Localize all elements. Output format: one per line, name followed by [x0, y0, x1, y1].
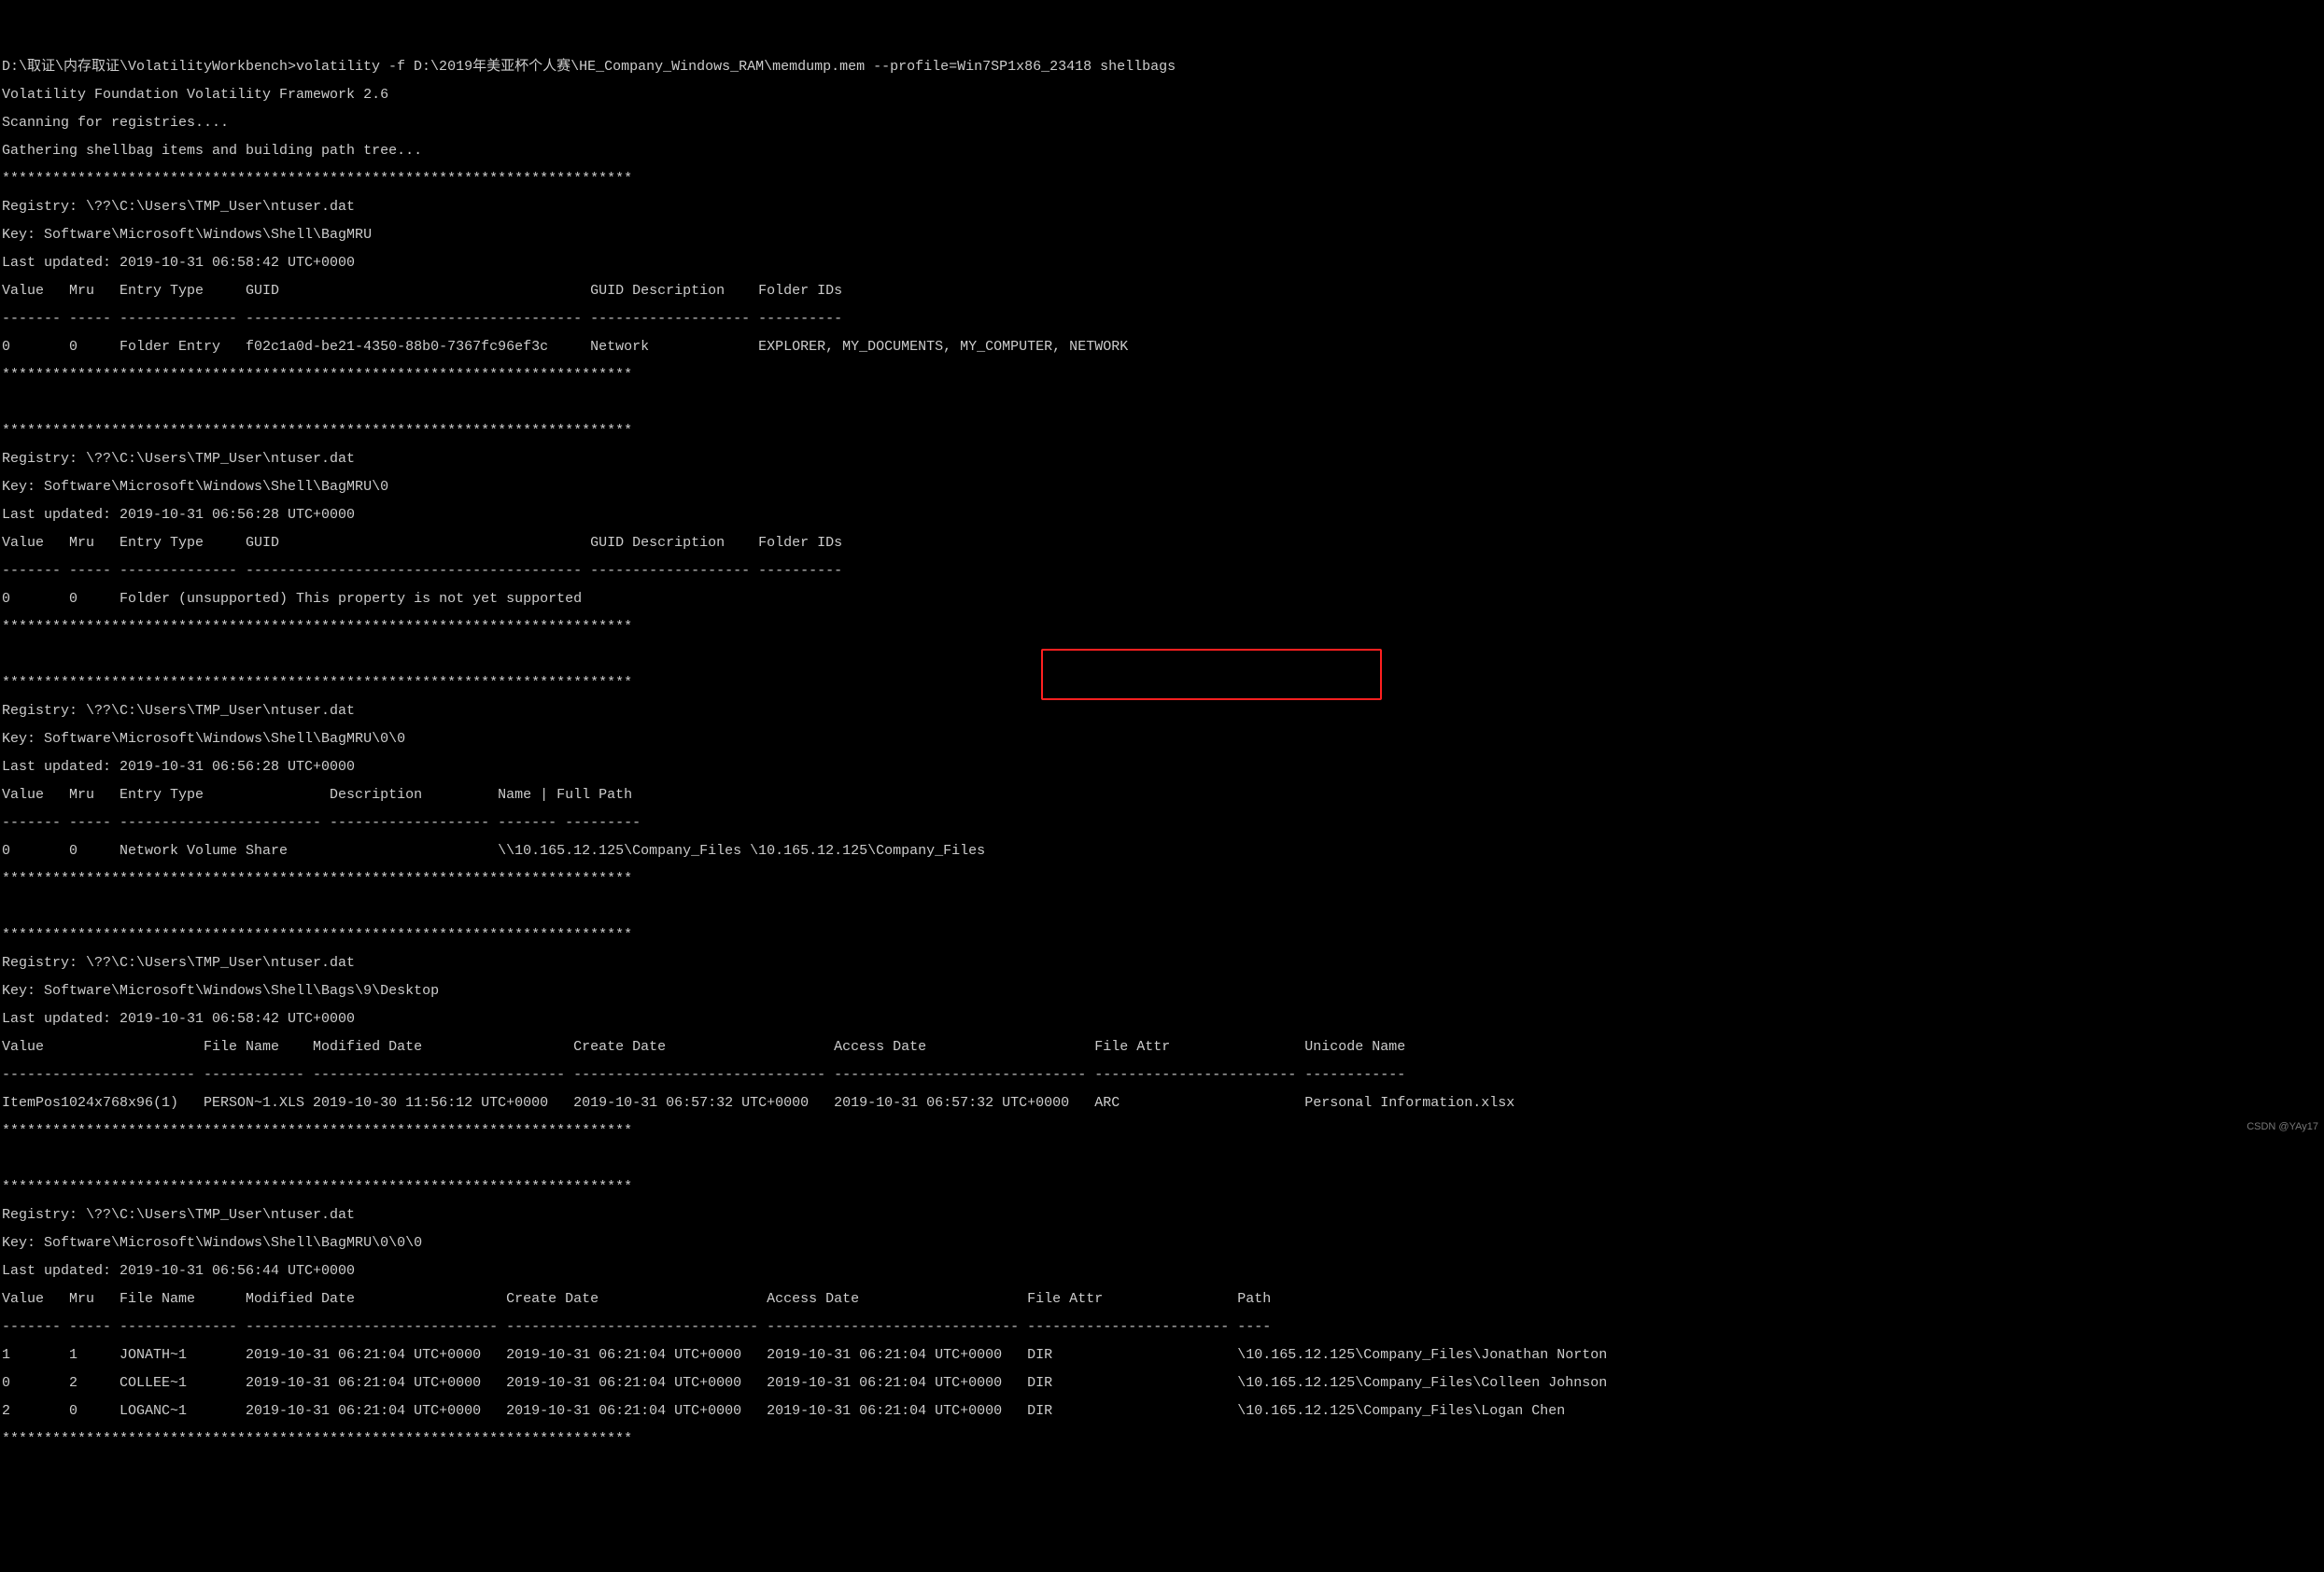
key-line: Key: Software\Microsoft\Windows\Shell\Ba…	[2, 1236, 2322, 1250]
header-line: Value Mru File Name Modified Date Create…	[2, 1292, 2322, 1306]
command-line: D:\取证\内存取证\VolatilityWorkbench>volatilit…	[2, 60, 2322, 74]
stars-line: ****************************************…	[2, 172, 2322, 186]
updated-line: Last updated: 2019-10-31 06:56:28 UTC+00…	[2, 508, 2322, 522]
registry-line: Registry: \??\C:\Users\TMP_User\ntuser.d…	[2, 1208, 2322, 1222]
updated-line: Last updated: 2019-10-31 06:58:42 UTC+00…	[2, 1012, 2322, 1026]
blank-line	[2, 1152, 2322, 1166]
stars-line: ****************************************…	[2, 368, 2322, 382]
stars-line: ****************************************…	[2, 676, 2322, 690]
data-row: 0 0 Folder Entry f02c1a0d-be21-4350-88b0…	[2, 340, 2322, 354]
watermark-text: CSDN @YAy17	[2247, 1122, 2318, 1132]
gathering-line: Gathering shellbag items and building pa…	[2, 144, 2322, 158]
updated-line: Last updated: 2019-10-31 06:56:28 UTC+00…	[2, 760, 2322, 774]
blank-line	[2, 396, 2322, 410]
separator-line: ------- ----- -------------- -----------…	[2, 564, 2322, 578]
updated-line: Last updated: 2019-10-31 06:58:42 UTC+00…	[2, 256, 2322, 270]
separator-line: ------- ----- ------------------------ -…	[2, 816, 2322, 830]
data-row: 0 2 COLLEE~1 2019-10-31 06:21:04 UTC+000…	[2, 1376, 2322, 1390]
data-row: 2 0 LOGANC~1 2019-10-31 06:21:04 UTC+000…	[2, 1404, 2322, 1418]
data-row: ItemPos1024x768x96(1) PERSON~1.XLS 2019-…	[2, 1096, 2322, 1110]
registry-line: Registry: \??\C:\Users\TMP_User\ntuser.d…	[2, 200, 2322, 214]
stars-line: ****************************************…	[2, 424, 2322, 438]
key-line: Key: Software\Microsoft\Windows\Shell\Ba…	[2, 984, 2322, 998]
key-line: Key: Software\Microsoft\Windows\Shell\Ba…	[2, 480, 2322, 494]
stars-line: ****************************************…	[2, 928, 2322, 942]
header-line: Value Mru Entry Type GUID GUID Descripti…	[2, 536, 2322, 550]
stars-line: ****************************************…	[2, 872, 2322, 886]
registry-line: Registry: \??\C:\Users\TMP_User\ntuser.d…	[2, 704, 2322, 718]
data-row: 0 0 Folder (unsupported) This property i…	[2, 592, 2322, 606]
updated-line: Last updated: 2019-10-31 06:56:44 UTC+00…	[2, 1264, 2322, 1278]
header-line: Value Mru Entry Type GUID GUID Descripti…	[2, 284, 2322, 298]
blank-line	[2, 900, 2322, 914]
data-row: 0 0 Network Volume Share \\10.165.12.125…	[2, 844, 2322, 858]
blank-line	[2, 648, 2322, 662]
separator-line: ------- ----- -------------- -----------…	[2, 1320, 2322, 1334]
data-row: 1 1 JONATH~1 2019-10-31 06:21:04 UTC+000…	[2, 1348, 2322, 1362]
stars-line: ****************************************…	[2, 1180, 2322, 1194]
header-line: Value Mru Entry Type Description Name | …	[2, 788, 2322, 802]
separator-line: ----------------------- ------------ ---…	[2, 1068, 2322, 1082]
scanning-line: Scanning for registries....	[2, 116, 2322, 130]
banner-line: Volatility Foundation Volatility Framewo…	[2, 88, 2322, 102]
header-line: Value File Name Modified Date Create Dat…	[2, 1040, 2322, 1054]
registry-line: Registry: \??\C:\Users\TMP_User\ntuser.d…	[2, 956, 2322, 970]
stars-line: ****************************************…	[2, 620, 2322, 634]
registry-line: Registry: \??\C:\Users\TMP_User\ntuser.d…	[2, 452, 2322, 466]
key-line: Key: Software\Microsoft\Windows\Shell\Ba…	[2, 732, 2322, 746]
key-line: Key: Software\Microsoft\Windows\Shell\Ba…	[2, 228, 2322, 242]
stars-line: ****************************************…	[2, 1432, 2322, 1446]
separator-line: ------- ----- -------------- -----------…	[2, 312, 2322, 326]
